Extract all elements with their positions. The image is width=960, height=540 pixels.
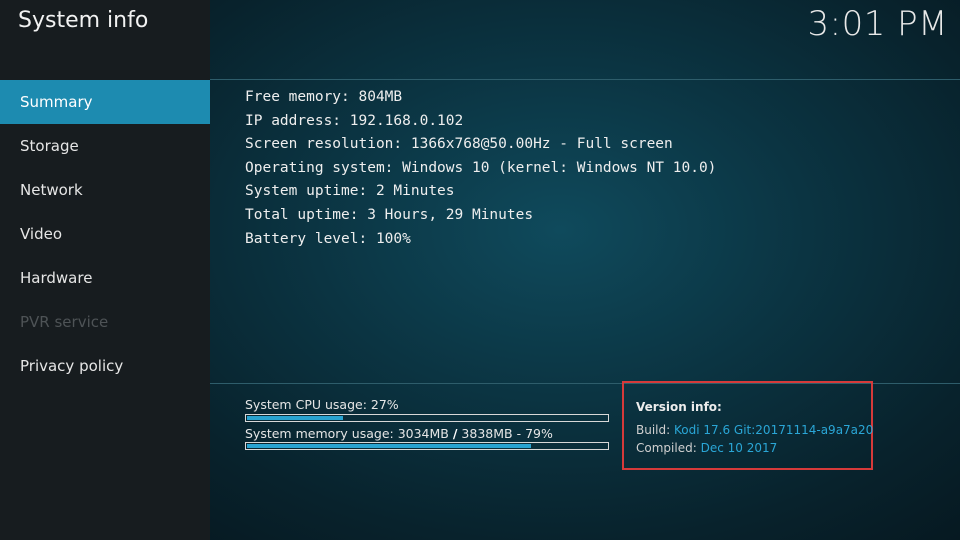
cpu-usage-bar-fill xyxy=(247,416,343,420)
cpu-usage-label: System CPU usage: 27% xyxy=(245,397,399,412)
sidebar-item-network[interactable]: Network xyxy=(0,168,210,212)
sidebar-item-storage[interactable]: Storage xyxy=(0,124,210,168)
compiled-value: Dec 10 2017 xyxy=(700,441,778,455)
system-uptime-text: System uptime: 2 Minutes xyxy=(245,183,455,200)
header-divider xyxy=(210,79,960,80)
ip-address-text: IP address: 192.168.0.102 xyxy=(245,112,464,129)
sidebar-item-video[interactable]: Video xyxy=(0,212,210,256)
memory-dash: - xyxy=(516,426,522,441)
compiled-row: Compiled: Dec 10 2017 xyxy=(636,441,777,455)
memory-total-text: 3838MB xyxy=(461,426,513,441)
screen-resolution-text: Screen resolution: 1366x768@50.00Hz - Fu… xyxy=(245,136,673,153)
memory-usage-label: System memory usage: 3034MB / 3838MB - 7… xyxy=(245,426,553,441)
free-memory-text: Free memory: 804MB xyxy=(245,89,403,105)
total-uptime-text: Total uptime: 3 Hours, 29 Minutes xyxy=(245,206,534,223)
clock: 3:01 PM xyxy=(807,4,948,44)
summary-info: Free memory: 804MB IP address: 192.168.0… xyxy=(245,86,716,251)
cpu-usage-bar xyxy=(245,414,609,422)
memory-percent-text: 79% xyxy=(525,426,553,441)
battery-level-text: Battery level: 100% xyxy=(245,230,411,247)
window-title: System info xyxy=(18,8,149,33)
version-info-title: Version info: xyxy=(636,400,722,414)
sidebar-item-pvr-service: PVR service xyxy=(20,313,109,331)
operating-system-text: Operating system: Windows 10 (kernel: Wi… xyxy=(245,159,717,176)
memory-usage-bar-fill xyxy=(247,444,531,448)
memory-usage-bar xyxy=(245,442,609,450)
version-info-box: Version info: Build: Kodi 17.6 Git:20171… xyxy=(622,381,873,470)
sidebar-item-privacy-policy[interactable]: Privacy policy xyxy=(0,344,210,388)
build-row: Build: Kodi 17.6 Git:20171114-a9a7a20 xyxy=(636,423,873,437)
system-info-screen: System info 3:01 PM Summary Storage Netw… xyxy=(0,0,960,540)
memory-used-text: System memory usage: 3034MB xyxy=(245,426,449,441)
build-value: Kodi 17.6 Git:20171114-a9a7a20 xyxy=(674,423,874,437)
sidebar-item-summary[interactable]: Summary xyxy=(0,80,210,124)
category-menu: Summary Storage Network Video Hardware P… xyxy=(0,80,210,388)
memory-slash: / xyxy=(452,426,458,441)
sidebar-item-hardware[interactable]: Hardware xyxy=(0,256,210,300)
build-label: Build: xyxy=(636,423,671,437)
compiled-label: Compiled: xyxy=(636,441,697,455)
